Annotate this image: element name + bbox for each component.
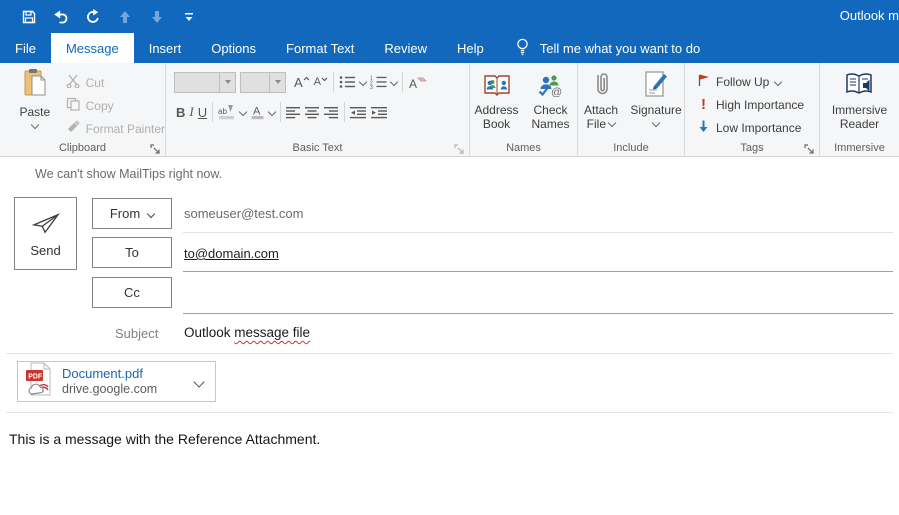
message-body[interactable]: This is a message with the Reference Att… (9, 431, 320, 447)
increase-indent-icon[interactable] (369, 101, 390, 123)
window-title: Outlook m (840, 8, 899, 23)
signature-icon (643, 69, 669, 101)
underline-button[interactable]: U (196, 101, 209, 123)
italic-button[interactable]: I (187, 101, 195, 123)
from-chevron-icon (147, 209, 155, 217)
cut-icon (66, 74, 81, 91)
to-field-underline (183, 271, 893, 272)
grow-font-icon[interactable]: A (292, 71, 312, 93)
ribbon-group-basic-text: A A 123 A B I U ab A (166, 63, 470, 156)
ribbon-tab-row: File Message Insert Options Format Text … (0, 33, 899, 63)
format-painter-icon (66, 120, 81, 137)
attachment-source: drive.google.com (62, 382, 157, 396)
align-center-icon[interactable] (303, 101, 322, 123)
tab-review[interactable]: Review (369, 33, 442, 63)
undo-icon[interactable] (52, 8, 70, 26)
move-down-icon (148, 8, 166, 26)
svg-text:PDF: PDF (28, 373, 43, 380)
mailtips-text: We can't show MailTips right now. (35, 167, 222, 181)
tab-help[interactable]: Help (442, 33, 499, 63)
bold-button[interactable]: B (174, 101, 187, 123)
paperclip-icon (591, 69, 611, 101)
ribbon-group-immersive: Immersive Reader Immersive (820, 63, 899, 156)
tab-options[interactable]: Options (196, 33, 271, 63)
svg-text:A: A (409, 77, 417, 90)
numbering-icon[interactable]: 123 (368, 71, 399, 93)
tab-insert[interactable]: Insert (134, 33, 197, 63)
move-up-icon (116, 8, 134, 26)
low-importance-button[interactable]: Low Importance (697, 116, 819, 139)
from-field-underline (183, 232, 893, 233)
font-name-combo (174, 72, 236, 93)
customize-toolbar-icon[interactable] (180, 8, 198, 26)
cc-button[interactable]: Cc (92, 277, 172, 308)
quick-access-toolbar (20, 8, 198, 26)
low-importance-icon (697, 119, 710, 136)
address-book-icon (483, 69, 511, 101)
ribbon: Paste Cut Copy Format Painter Clipboard (0, 63, 899, 157)
basic-text-dialog-launcher-icon[interactable] (454, 142, 465, 153)
svg-text:A: A (253, 106, 261, 118)
send-button[interactable]: Send (14, 197, 77, 270)
tab-message[interactable]: Message (51, 33, 134, 63)
pdf-file-icon: PDF (25, 362, 53, 401)
follow-up-button[interactable]: Follow Up (697, 70, 819, 93)
paste-dropdown-chevron[interactable] (31, 121, 39, 129)
attachment-well-bottom-border (6, 412, 893, 413)
tab-format-text[interactable]: Format Text (271, 33, 369, 63)
copy-button: Copy (66, 94, 165, 117)
mailtips-bar: We can't show MailTips right now. (0, 157, 899, 190)
ribbon-group-tags: Follow Up ! High Importance Low Importan… (685, 63, 820, 156)
align-right-icon[interactable] (322, 101, 341, 123)
svg-text:@: @ (551, 87, 562, 99)
from-value[interactable]: someuser@test.com (184, 206, 303, 221)
high-importance-button[interactable]: ! High Importance (697, 93, 819, 116)
title-bar: Outlook m (0, 0, 899, 33)
cut-button: Cut (66, 71, 165, 94)
decrease-indent-icon[interactable] (348, 101, 369, 123)
immersive-reader-icon (844, 69, 876, 101)
font-color-icon[interactable]: A (248, 101, 277, 123)
paste-icon (22, 68, 48, 103)
to-value[interactable]: to@domain.com (184, 246, 279, 261)
attachment-well-top-border (6, 353, 893, 354)
clipboard-dialog-launcher-icon[interactable] (150, 142, 161, 153)
tell-me-box[interactable]: Tell me what you want to do (515, 33, 700, 63)
bullets-icon[interactable] (337, 71, 368, 93)
subject-label: Subject (115, 326, 158, 341)
ribbon-group-include: Attach File Signature Include (578, 63, 685, 156)
tags-dialog-launcher-icon[interactable] (804, 142, 815, 153)
send-icon (30, 210, 62, 239)
flag-icon (697, 73, 710, 90)
copy-icon (66, 97, 81, 114)
ribbon-group-names: Address Book @ Check Names Names (470, 63, 578, 156)
attachment-card[interactable]: PDF Document.pdf drive.google.com (17, 361, 216, 402)
save-icon[interactable] (20, 8, 38, 26)
subject-value[interactable]: Outlook message file (184, 325, 310, 340)
high-importance-icon: ! (697, 96, 710, 113)
tab-file[interactable]: File (0, 33, 51, 63)
ribbon-group-clipboard: Paste Cut Copy Format Painter Clipboard (0, 63, 166, 156)
from-button[interactable]: From (92, 198, 172, 229)
svg-text:3: 3 (370, 85, 373, 89)
format-painter-button: Format Painter (66, 117, 165, 140)
outlook-compose-window: Outlook m File Message Insert Options Fo… (0, 0, 899, 515)
align-left-icon[interactable] (284, 101, 303, 123)
subject-misspelled-text: message file (234, 325, 310, 340)
highlight-icon[interactable]: ab (216, 101, 248, 123)
clear-formatting-icon[interactable]: A (406, 71, 429, 93)
svg-text:ab: ab (218, 107, 227, 116)
cc-field-underline (183, 313, 893, 314)
font-size-combo (240, 72, 286, 93)
tell-me-label: Tell me what you want to do (540, 41, 700, 56)
to-button[interactable]: To (92, 237, 172, 268)
lightbulb-icon (515, 37, 530, 60)
shrink-font-icon[interactable]: A (312, 71, 330, 93)
attachment-dropdown-chevron[interactable] (193, 376, 204, 387)
redo-icon[interactable] (84, 8, 102, 26)
attachment-filename[interactable]: Document.pdf (62, 366, 143, 381)
check-names-icon: @ (537, 69, 565, 101)
